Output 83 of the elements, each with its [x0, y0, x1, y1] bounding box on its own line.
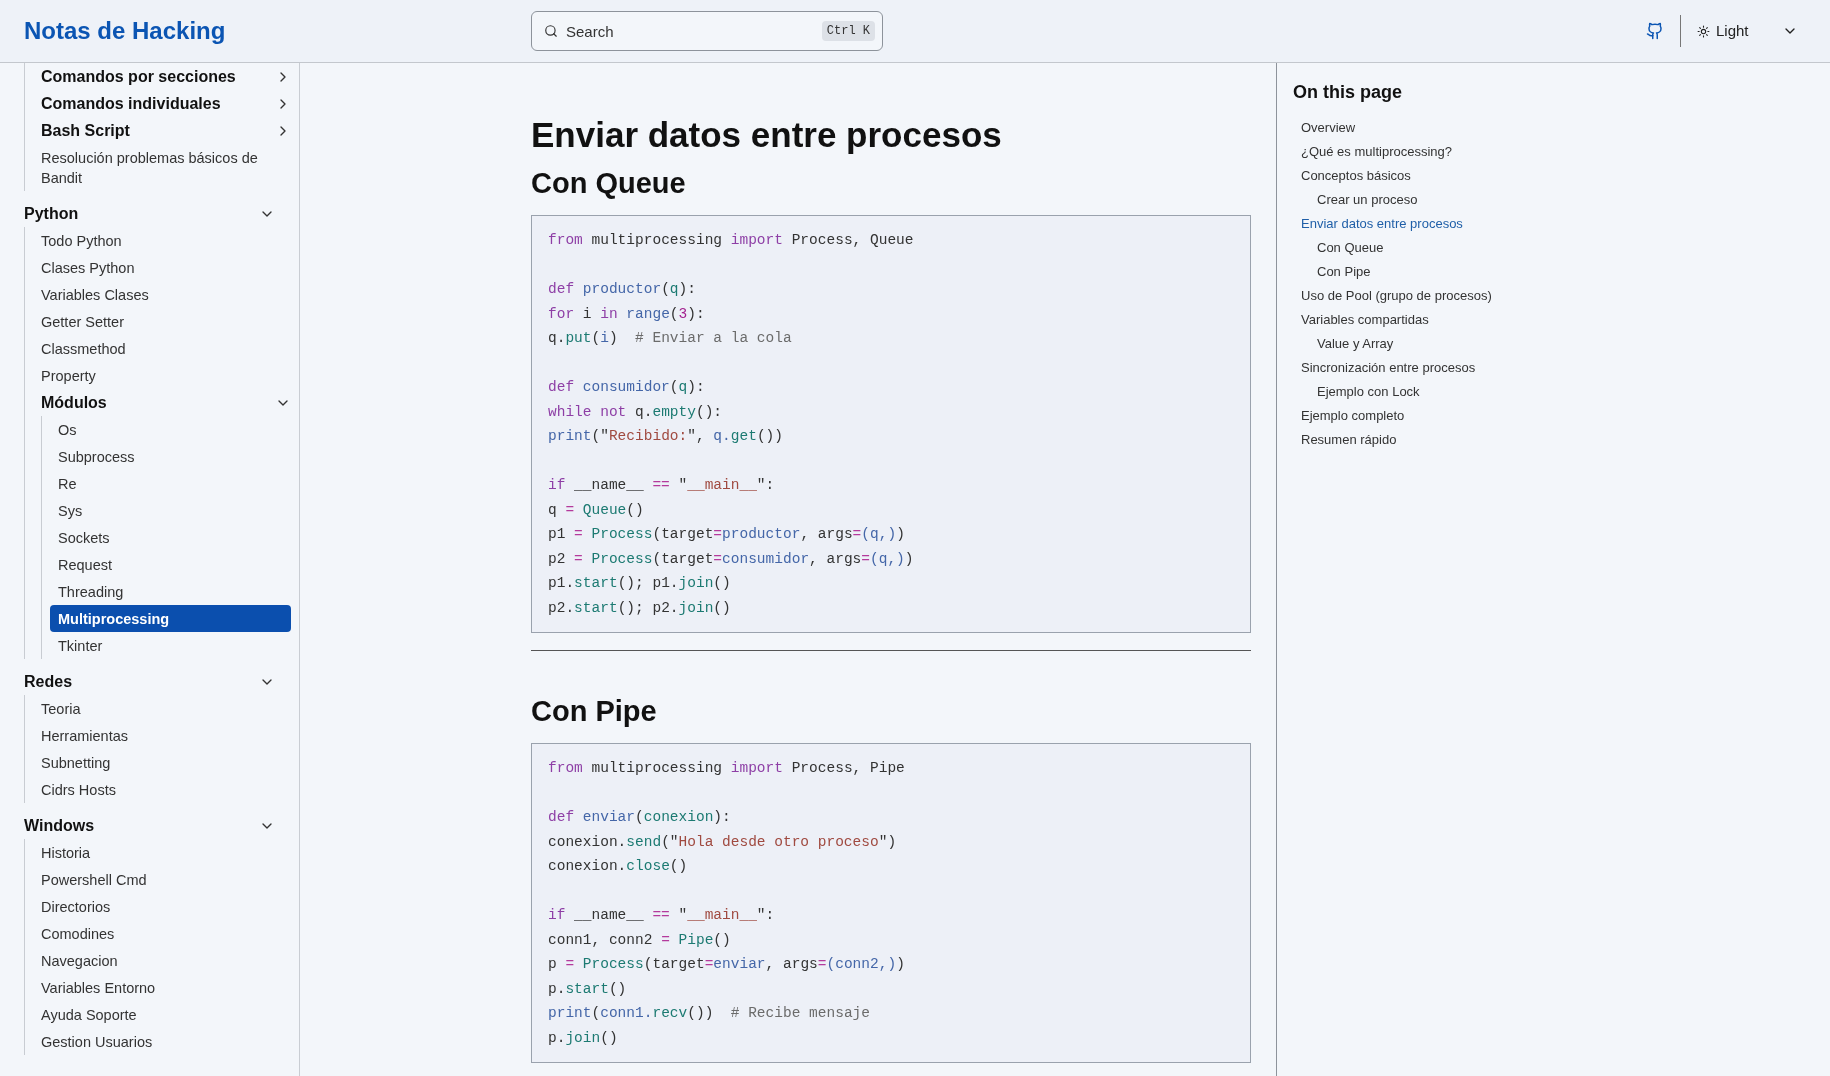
sidebar-item[interactable]: Cidrs Hosts — [33, 776, 291, 803]
page-title: Enviar datos entre procesos — [531, 114, 1002, 156]
toc-link[interactable]: Sincronización entre procesos — [1301, 356, 1476, 380]
toc-link[interactable]: Con Queue — [1317, 236, 1384, 260]
sidebar-section-title[interactable]: Windows — [24, 813, 95, 838]
sidebar-item[interactable]: Variables Clases — [33, 281, 291, 308]
site-title[interactable]: Notas de Hacking — [24, 13, 531, 49]
sidebar-item[interactable]: Os — [50, 416, 291, 443]
toc-link[interactable]: Variables compartidas — [1301, 308, 1429, 332]
toc-link[interactable]: Value y Array — [1317, 332, 1394, 356]
toc-link[interactable]: Enviar datos entre procesos — [1301, 212, 1463, 236]
sidebar-item[interactable]: Subnetting — [33, 749, 291, 776]
code-line: q = Queue() — [548, 500, 644, 520]
toc-link[interactable]: Con Pipe — [1317, 260, 1371, 284]
code-line: def consumidor(q): — [548, 378, 705, 397]
theme-selector[interactable]: Light — [1697, 19, 1806, 43]
sidebar-item[interactable]: Módulos — [33, 389, 275, 416]
sidebar-item[interactable]: Request — [50, 551, 291, 578]
toc-link[interactable]: Overview — [1301, 116, 1356, 140]
sidebar-item[interactable]: Herramientas — [33, 722, 291, 749]
code-line: p1 = Process(target=productor, args=(q,)) — [548, 525, 905, 544]
sidebar-item[interactable]: Comandos individuales — [33, 90, 275, 117]
sidebar-item[interactable]: Todo Python — [33, 227, 291, 254]
code-line: p2.start(); p2.join() — [548, 598, 731, 618]
sidebar-item[interactable]: Getter Setter — [33, 308, 291, 335]
sidebar-item[interactable]: Powershell Cmd — [33, 866, 291, 893]
sidebar-item[interactable]: Resolución problemas básicos de Bandit — [33, 144, 291, 191]
sidebar-item[interactable]: Multiprocessing — [50, 605, 291, 632]
code-line: print("Recibido:", q.get()) — [548, 427, 783, 446]
toc-link[interactable]: ¿Qué es multiprocessing? — [1301, 140, 1452, 164]
sidebar-item[interactable]: Property — [33, 362, 291, 389]
toc-link[interactable]: Uso de Pool (grupo de procesos) — [1301, 284, 1492, 308]
sidebar-item[interactable]: Tkinter — [50, 632, 291, 659]
toc-link[interactable]: Conceptos básicos — [1301, 164, 1411, 188]
section-heading: Con Queue — [531, 166, 686, 201]
code-line: conexion.send("Hola desde otro proceso") — [548, 832, 897, 852]
sun-icon — [1697, 24, 1710, 38]
sidebar-item[interactable]: Sockets — [50, 524, 291, 551]
sidebar-item[interactable]: Subprocess — [50, 443, 291, 470]
code-line: p2 = Process(target=consumidor, args=(q,)) — [548, 549, 914, 569]
toc-link[interactable]: Ejemplo completo — [1301, 404, 1405, 428]
sidebar-item[interactable]: Threading — [50, 578, 291, 605]
code-line: for i in range(3): — [548, 304, 705, 324]
code-line: conexion.close() — [548, 857, 688, 876]
search-icon — [544, 24, 558, 38]
code-line: from multiprocessing import Process, Pipe — [548, 759, 905, 778]
code-line: if __name__ == "__main__": — [548, 476, 775, 495]
section-heading: Con Pipe — [531, 694, 657, 729]
sidebar-item[interactable]: Gestion Usuarios — [33, 1028, 291, 1055]
sidebar-item[interactable]: Ayuda Soporte — [33, 1001, 291, 1028]
sidebar-item[interactable]: Sys — [50, 497, 291, 524]
sidebar-item[interactable]: Directorios — [33, 893, 291, 920]
sidebar-item[interactable]: Teoria — [33, 695, 291, 722]
sidebar-item[interactable]: Comodines — [33, 920, 291, 947]
sidebar-item[interactable]: Variables Entorno — [33, 974, 291, 1001]
code-line: p.join() — [548, 1028, 618, 1048]
github-icon[interactable] — [1646, 22, 1664, 40]
toc-link[interactable]: Ejemplo con Lock — [1317, 380, 1420, 404]
sidebar-item[interactable]: Navegacion — [33, 947, 291, 974]
code-line: if __name__ == "__main__": — [548, 906, 775, 925]
toc-link[interactable]: Resumen rápido — [1301, 428, 1397, 452]
code-line: q.put(i) # Enviar a la cola — [548, 329, 792, 348]
code-line: while not q.empty(): — [548, 402, 723, 422]
toc-title: On this page — [1293, 81, 1402, 104]
code-line: def enviar(conexion): — [548, 808, 731, 827]
sidebar-section-title[interactable]: Python — [24, 201, 79, 226]
code-line: p.start() — [548, 979, 627, 999]
sidebar-item[interactable]: Re — [50, 470, 291, 497]
sidebar-item[interactable]: Comandos por secciones — [33, 63, 275, 90]
sidebar-item[interactable]: Clases Python — [33, 254, 291, 281]
code-line: from multiprocessing import Process, Queue — [548, 231, 914, 250]
shortcut-hint: Ctrl K — [821, 21, 875, 41]
code-line: p = Process(target=enviar, args=(conn2,)) — [548, 955, 905, 974]
code-line: conn1, conn2 = Pipe() — [548, 930, 731, 950]
theme-label: Light — [1716, 20, 1750, 41]
sidebar-item[interactable]: Classmethod — [33, 335, 291, 362]
code-line: def productor(q): — [548, 280, 696, 299]
sidebar-item[interactable]: Historia — [33, 839, 291, 866]
sidebar-item[interactable]: Bash Script — [33, 117, 275, 144]
toc-link[interactable]: Crear un proceso — [1317, 188, 1418, 212]
code-line: p1.start(); p1.join() — [548, 574, 731, 593]
sidebar-section-title[interactable]: Redes — [24, 669, 73, 694]
code-line: print(conn1.recv()) # Recibe mensaje — [548, 1004, 870, 1023]
